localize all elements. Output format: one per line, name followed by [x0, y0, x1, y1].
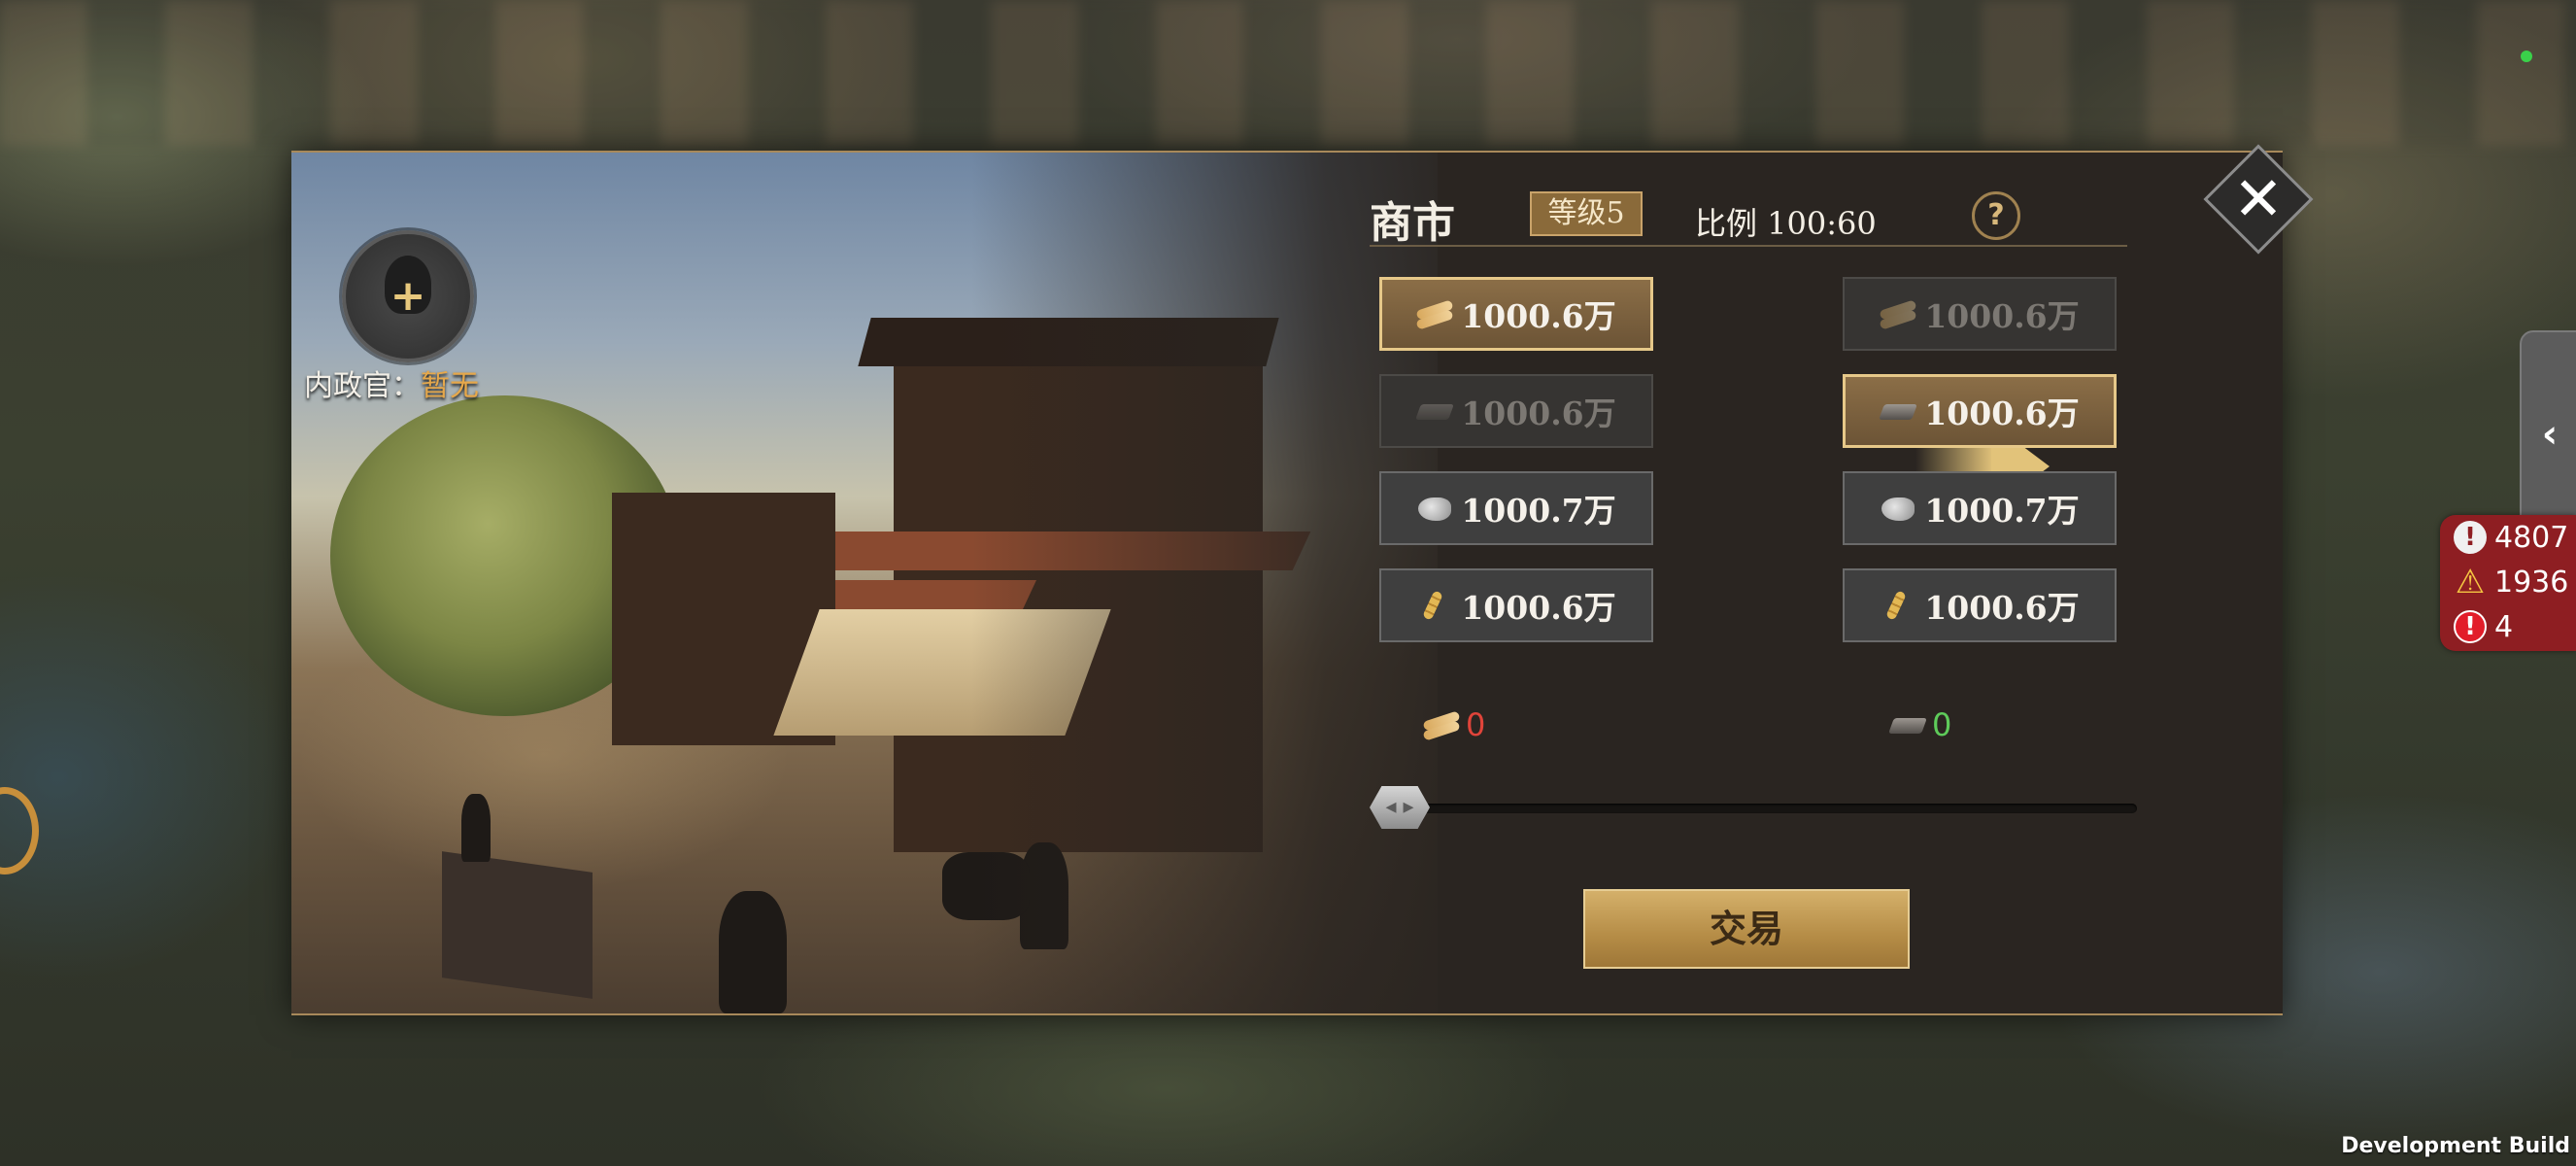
iron-icon — [1889, 710, 1928, 739]
warning-triangle-icon: ⚠ — [2455, 563, 2486, 601]
trade-panel: 商市 等级5 比例 100:60 ? 1000.6万 1000.6万 1000.… — [1370, 153, 2283, 1013]
level-badge: 等级5 — [1530, 191, 1643, 236]
iron-icon — [1416, 396, 1455, 426]
give-amount-value: 0 — [1466, 706, 1486, 743]
receive-stone-button[interactable]: 1000.7万 — [1843, 471, 2117, 545]
dev-build-label: Development Build — [2341, 1134, 2570, 1158]
wood-icon — [1880, 299, 1918, 328]
grain-icon — [1880, 591, 1918, 620]
add-icon: + — [390, 271, 426, 321]
resource-value: 1000.6万 — [1924, 394, 2080, 432]
alert-circle-icon: ! — [2454, 610, 2487, 643]
receive-amount-value: 0 — [1932, 706, 1952, 743]
iron-icon — [1880, 396, 1918, 426]
alert-count: 4807 — [2494, 520, 2569, 555]
official-avatar-slot[interactable]: + — [342, 230, 474, 362]
receive-wood-button[interactable]: 1000.6万 — [1843, 277, 2117, 351]
trade-button[interactable]: 交易 — [1583, 889, 1910, 969]
blurred-city-strip — [0, 0, 2576, 146]
figure-person-3 — [461, 794, 491, 862]
alert-row-warning: ⚠ 1936 — [2440, 560, 2576, 604]
market-title: 商市 — [1370, 198, 1455, 248]
chevron-left-icon: ‹ — [2541, 412, 2559, 457]
official-value: 暂无 — [421, 369, 479, 403]
title-divider — [1370, 245, 2127, 247]
help-button[interactable]: ? — [1972, 191, 2020, 240]
resource-value: 1000.6万 — [1461, 297, 1616, 335]
alert-counter-panel[interactable]: ! 4807 ⚠ 1936 ! 4 — [2440, 515, 2576, 651]
give-grain-button[interactable]: 1000.6万 — [1379, 568, 1653, 642]
resource-value: 1000.6万 — [1924, 297, 2080, 335]
official-label-text: 内政官： — [304, 369, 421, 403]
grain-icon — [1416, 591, 1455, 620]
receive-iron-button[interactable]: 1000.6万 — [1843, 374, 2117, 448]
give-iron-button[interactable]: 1000.6万 — [1379, 374, 1653, 448]
wood-icon — [1416, 299, 1455, 328]
network-status-dot — [2521, 51, 2532, 62]
stone-icon — [1416, 494, 1455, 523]
alert-row-info: ! 4807 — [2440, 515, 2576, 560]
stone-icon — [1880, 494, 1918, 523]
resource-value: 1000.7万 — [1924, 492, 2080, 530]
give-wood-button[interactable]: 1000.6万 — [1379, 277, 1653, 351]
receive-grain-button[interactable]: 1000.6万 — [1843, 568, 2117, 642]
resource-value: 1000.6万 — [1461, 589, 1616, 627]
resource-value: 1000.6万 — [1461, 394, 1616, 432]
wood-icon — [1423, 710, 1462, 739]
alert-row-error: ! 4 — [2440, 604, 2576, 649]
side-panel-tab[interactable]: ‹ — [2520, 330, 2576, 538]
alert-count: 4 — [2494, 609, 2514, 644]
amount-slider-handle[interactable] — [1370, 786, 1430, 829]
alert-count: 1936 — [2494, 565, 2569, 600]
market-dialog: + 内政官：暂无 商市 等级5 比例 100:60 ? 1000.6万 1000… — [291, 151, 2283, 1015]
give-amount: 0 — [1423, 706, 1485, 743]
official-label: 内政官：暂无 — [304, 361, 479, 404]
close-icon: ✕ — [2233, 163, 2284, 234]
give-stone-button[interactable]: 1000.7万 — [1379, 471, 1653, 545]
amount-slider-track[interactable] — [1394, 804, 2137, 813]
resource-value: 1000.7万 — [1461, 492, 1616, 530]
wooden-crate — [442, 851, 593, 999]
exchange-ratio: 比例 100:60 — [1695, 205, 1877, 242]
receive-amount: 0 — [1889, 706, 1951, 743]
figure-person-1 — [719, 891, 787, 1013]
info-circle-icon: ! — [2454, 521, 2487, 554]
resource-value: 1000.6万 — [1924, 589, 2080, 627]
